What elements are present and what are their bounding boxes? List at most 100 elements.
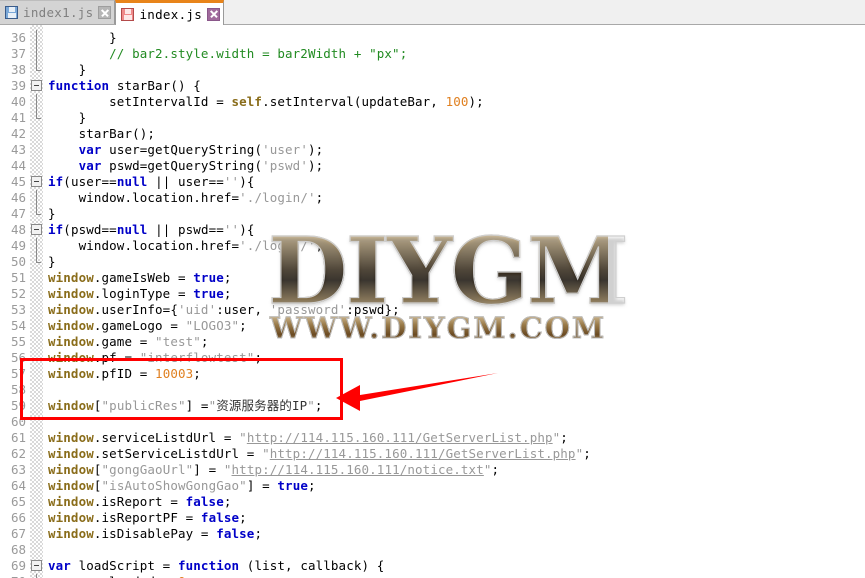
code-token: var [48,158,102,173]
code-token: ; [308,478,316,493]
line-number: 56 [10,350,26,365]
code-line[interactable]: window.loginType = true; [48,286,232,302]
line-number: 51 [10,270,26,285]
code-line[interactable]: window.gameIsWeb = true; [48,270,232,286]
code-line[interactable]: window.userInfo={'uid':user, 'password':… [48,302,400,318]
code-line[interactable]: function starBar() { [48,78,201,94]
code-token: ] = [246,478,278,493]
code-token: ; [186,574,194,578]
code-token: [ [93,462,102,477]
code-line[interactable]: var loaded = 0; [48,574,194,578]
code-token: .pfID = [93,366,156,381]
floppy-disk-icon [121,7,135,21]
line-number: 38 [10,62,26,77]
code-token: || pswd== [147,222,224,237]
code-token: window [48,494,94,509]
code-token: 10003 [155,366,194,381]
code-line[interactable]: } [48,110,87,126]
code-token: " [239,430,247,445]
code-token: 'user' [262,142,308,157]
code-token: ] = [185,398,209,413]
code-line[interactable]: window["gongGaoUrl"] = "http://114.115.1… [48,462,499,478]
code-line[interactable]: var user=getQueryString('user'); [48,142,324,158]
code-line[interactable]: window.game = "test"; [48,334,209,350]
code-token: } [48,62,87,77]
code-token: ; [239,318,247,333]
code-line[interactable]: window.isReport = false; [48,494,232,510]
code-line[interactable]: if(user==null || user==''){ [48,174,254,190]
code-line[interactable]: window["isAutoShowGongGao"] = true; [48,478,316,494]
close-icon[interactable] [98,6,112,19]
fold-guide-line [36,574,37,578]
code-line[interactable]: setIntervalId = self.setInterval(updateB… [48,94,484,110]
code-token: .game = [93,334,156,349]
code-token: window [48,446,94,461]
fold-collapse-icon[interactable] [31,176,42,187]
tab-index-js[interactable]: index.js [115,0,225,25]
code-line[interactable]: window.location.href='./login/'; [48,190,324,206]
line-number: 63 [10,462,26,477]
code-token: .loginType = [93,286,194,301]
fold-collapse-icon[interactable] [31,224,42,235]
code-token: "interflowtest" [139,350,255,365]
code-token: ; [315,190,324,205]
code-token: window [48,478,94,493]
code-line[interactable]: window.isDisablePay = false; [48,526,262,542]
code-token: ; [314,398,323,413]
code-token: var [48,558,71,573]
code-token: pswd=getQueryString( [101,158,263,173]
line-number: 55 [10,334,26,349]
line-number: 45 [10,174,26,189]
code-line[interactable]: window["publicRes"] ="资源服务器的IP"; [48,398,323,414]
line-number: 57 [10,366,26,381]
code-token: true [193,286,224,301]
fold-collapse-icon[interactable] [31,80,42,91]
code-token: user=getQueryString( [101,142,263,157]
code-token: ; [223,286,232,301]
fold-collapse-icon[interactable] [31,560,42,571]
code-token: .setServiceListdUrl = [93,446,263,461]
code-line[interactable]: window.location.href='./login/'; [48,238,324,254]
code-line[interactable]: starBar(); [48,126,155,142]
code-token: 资源服务器的IP [216,398,308,413]
tab-index1-js[interactable]: index1.js [0,0,116,24]
code-token: http://114.115.160.111/GetServerList.php [246,430,553,445]
code-line[interactable]: if(pswd==null || pswd==''){ [48,222,254,238]
code-token: ); [307,142,324,157]
code-line[interactable]: } [48,254,56,270]
line-number: 53 [10,302,26,317]
code-token: [ [93,398,102,413]
code-line[interactable]: var loadScript = function (list, callbac… [48,558,384,574]
code-token: (pswd== [63,222,117,237]
code-token: "test" [155,334,201,349]
code-line[interactable]: window.isReportPF = false; [48,510,247,526]
code-token: true [277,478,308,493]
code-token: .gameLogo = [93,318,186,333]
code-line[interactable]: window.gameLogo = "LOGO3"; [48,318,247,334]
line-number: 59 [10,398,26,413]
code-token: .setInterval(updateBar, [262,94,446,109]
code-line[interactable]: window.pf = "interflowtest"; [48,350,262,366]
line-number: 42 [10,126,26,141]
code-line[interactable]: window.pfID = 10003; [48,366,201,382]
code-token: } [48,110,87,125]
code-line[interactable]: window.setServiceListdUrl = "http://114.… [48,446,591,462]
code-editor[interactable]: 36 } 37 // bar2.style.width = bar2Width +… [0,25,865,578]
code-line[interactable]: window.serviceListdUrl = "http://114.115… [48,430,568,446]
code-line[interactable]: // bar2.style.width = bar2Width + "px"; [48,46,407,62]
code-token: "publicRes" [101,398,186,413]
code-token: 0 [178,574,186,578]
code-token: 'password' [269,302,347,317]
code-token: window [48,302,94,317]
code-line[interactable]: } [48,206,56,222]
code-line[interactable]: } [48,62,87,78]
code-token: (user== [63,174,117,189]
code-token: loaded = [102,574,178,578]
editor-tab-bar: index1.js index.js [0,0,865,25]
close-icon[interactable] [207,7,221,21]
code-line[interactable]: } [48,30,117,46]
line-number: 44 [10,158,26,173]
code-line[interactable]: var pswd=getQueryString('pswd'); [48,158,324,174]
code-token: ; [254,350,263,365]
line-number: 65 [10,494,26,509]
